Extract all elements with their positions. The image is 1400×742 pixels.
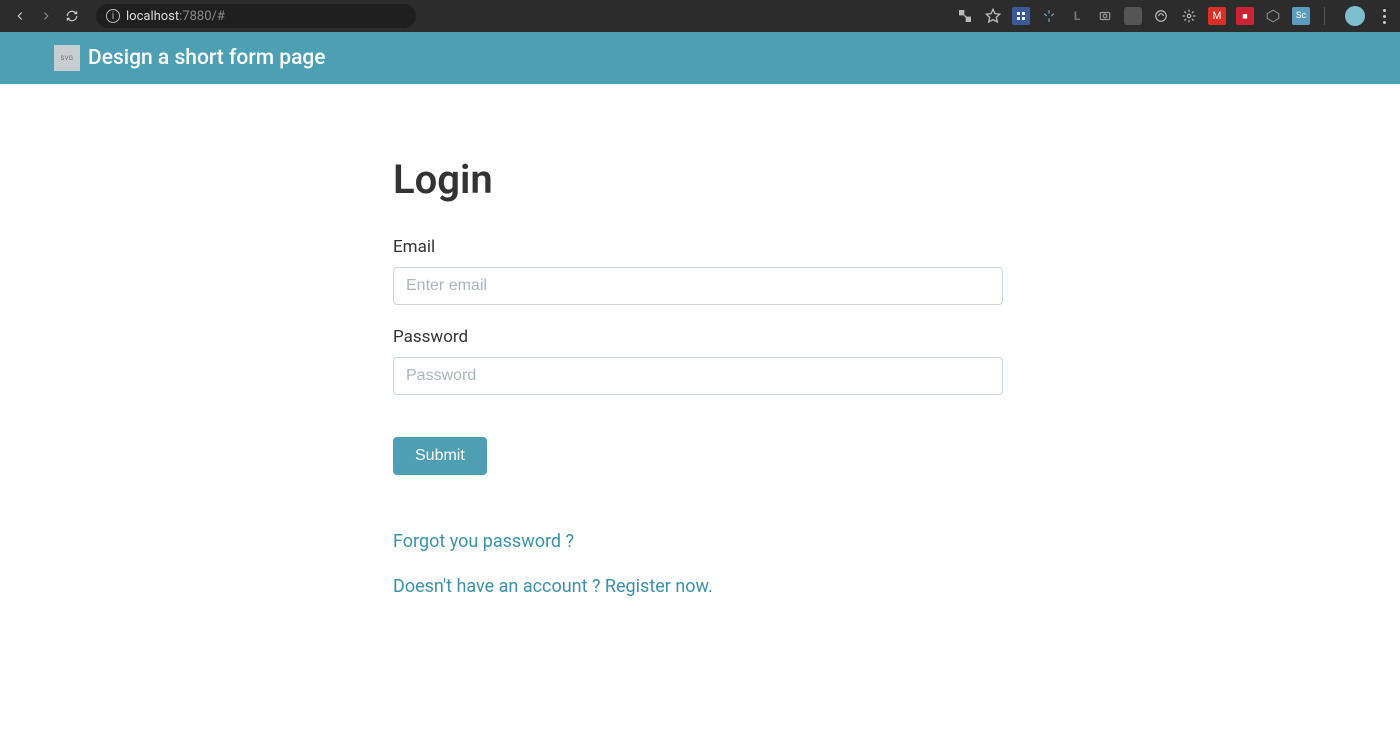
extension-icon[interactable]: ■ (1236, 7, 1254, 25)
extension-icon[interactable] (1124, 7, 1142, 25)
email-field[interactable] (393, 267, 1003, 305)
extension-icon[interactable] (1040, 7, 1058, 25)
password-field[interactable] (393, 357, 1003, 395)
forward-button[interactable] (36, 6, 56, 26)
bookmark-star-icon[interactable] (984, 7, 1002, 25)
extension-icon[interactable] (1096, 7, 1114, 25)
app-header: SVG Design a short form page (0, 32, 1400, 84)
profile-avatar[interactable] (1345, 6, 1365, 26)
address-bar[interactable]: i localhost:7880/# (96, 4, 416, 28)
register-link[interactable]: Doesn't have an account ? Register now. (393, 576, 1003, 597)
brand-logo[interactable]: SVG (54, 45, 80, 71)
extension-icon[interactable] (1152, 7, 1170, 25)
forgot-password-link[interactable]: Forgot you password ? (393, 531, 1003, 552)
url-host: localhost (126, 9, 179, 24)
extensions-row: L M ■ Sc (956, 6, 1390, 26)
extension-icon[interactable] (1264, 7, 1282, 25)
extension-icon[interactable]: M (1208, 7, 1226, 25)
extension-icon[interactable]: L (1068, 7, 1086, 25)
brand-title[interactable]: Design a short form page (88, 46, 326, 70)
browser-chrome: i localhost:7880/# L M ■ (0, 0, 1400, 32)
reload-button[interactable] (62, 6, 82, 26)
submit-button[interactable]: Submit (393, 437, 487, 475)
password-label: Password (393, 327, 1003, 347)
email-label: Email (393, 237, 1003, 257)
login-form: Login Email Password Submit Forgot you p… (393, 156, 1003, 597)
translate-icon[interactable] (956, 7, 974, 25)
email-group: Email (393, 237, 1003, 305)
site-info-icon[interactable]: i (106, 9, 120, 23)
page-title: Login (393, 156, 1003, 203)
extension-icon[interactable] (1012, 7, 1030, 25)
extension-icon[interactable] (1180, 7, 1198, 25)
browser-menu-icon[interactable] (1383, 9, 1386, 24)
page-content: Login Email Password Submit Forgot you p… (0, 84, 1400, 597)
url-port-path: :7880/# (179, 9, 225, 24)
extension-icon[interactable]: Sc (1292, 7, 1310, 25)
password-group: Password (393, 327, 1003, 395)
back-button[interactable] (10, 6, 30, 26)
